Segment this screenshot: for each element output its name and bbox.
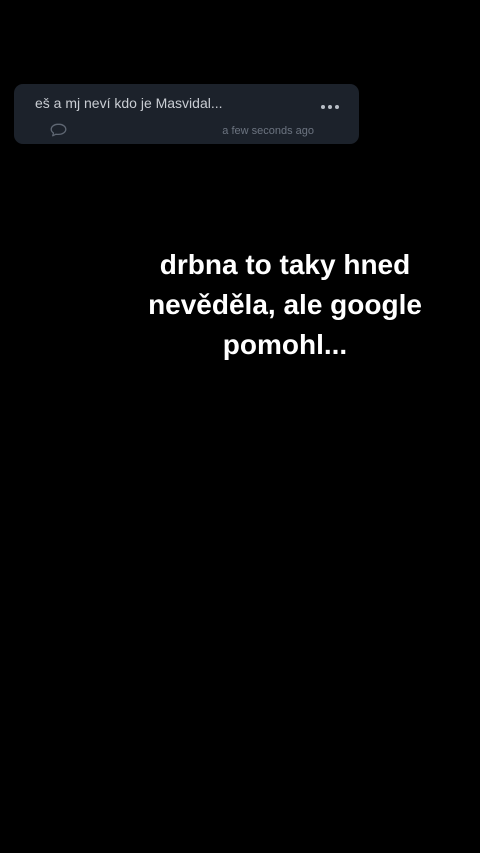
- comment-text: eš a mj neví kdo je Masvidal...: [35, 95, 223, 111]
- story-caption: drbna to taky hned nevěděla, ale google …: [120, 245, 450, 365]
- story-caption-line: pomohl...: [222, 329, 348, 360]
- more-dot: [335, 105, 339, 109]
- story-caption-line: drbna to taky hned: [159, 249, 411, 280]
- story-caption-line: nevěděla, ale google: [148, 289, 422, 320]
- more-dot: [321, 105, 325, 109]
- speech-bubble-icon[interactable]: [50, 123, 67, 137]
- more-options-icon[interactable]: [321, 104, 339, 110]
- more-dot: [328, 105, 332, 109]
- comment-card[interactable]: eš a mj neví kdo je Masvidal... a few se…: [14, 84, 359, 144]
- comment-timestamp: a few seconds ago: [222, 125, 314, 137]
